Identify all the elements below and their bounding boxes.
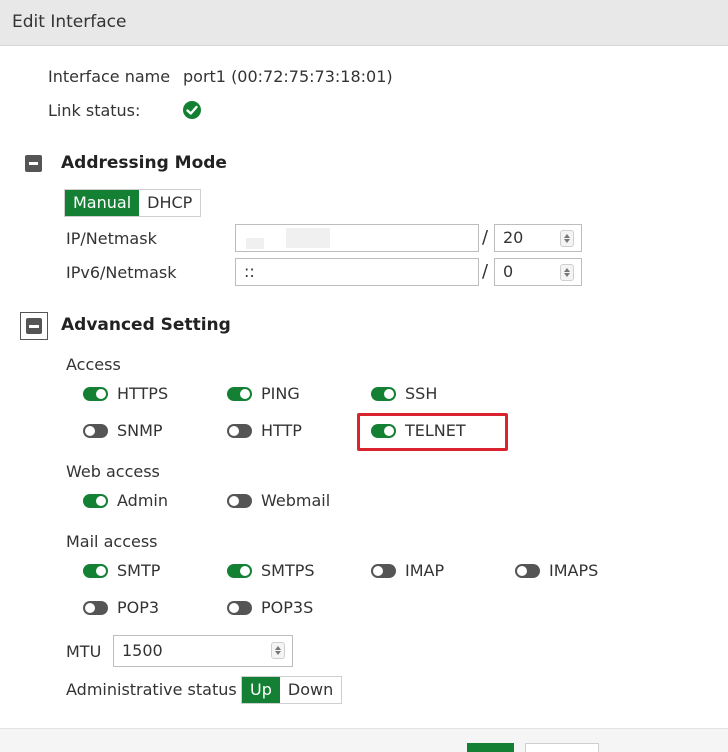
mtu-input[interactable]: 1500 bbox=[113, 635, 293, 667]
toggle-switch[interactable] bbox=[83, 423, 108, 438]
access-ssh-toggle[interactable]: SSH bbox=[371, 384, 437, 403]
access-telnet-toggle[interactable]: TELNET bbox=[371, 421, 466, 440]
admin-status-up-button[interactable]: Up bbox=[242, 677, 280, 703]
ipv6-prefix-spinner-icon[interactable] bbox=[560, 264, 574, 281]
dialog-title: Edit Interface bbox=[12, 12, 127, 32]
web-access-label: Web access bbox=[66, 462, 160, 481]
toggle-label: IMAP bbox=[405, 561, 445, 580]
toggle-switch[interactable] bbox=[83, 563, 108, 578]
cancel-button[interactable] bbox=[525, 743, 599, 752]
mtu-value: 1500 bbox=[122, 641, 163, 660]
toggle-label: Admin bbox=[117, 491, 168, 510]
ipv6-prefix-input[interactable]: 0 bbox=[494, 258, 582, 286]
interface-name-label: Interface name bbox=[48, 67, 171, 86]
addressing-mode-toggle: Manual DHCP bbox=[64, 189, 202, 217]
toggle-switch[interactable] bbox=[227, 600, 252, 615]
toggle-switch[interactable] bbox=[83, 493, 108, 508]
advanced-collapse-icon[interactable] bbox=[20, 312, 48, 340]
ipv6-prefix-value: 0 bbox=[503, 262, 514, 281]
dialog-title-bar: Edit Interface bbox=[0, 0, 728, 46]
redacted-ip-blur bbox=[246, 238, 264, 249]
web-admin-toggle[interactable]: Admin bbox=[83, 491, 168, 510]
toggle-label: IMAPS bbox=[549, 561, 599, 580]
link-status-check-icon bbox=[183, 101, 201, 119]
ip-prefix-spinner-icon[interactable] bbox=[560, 230, 574, 247]
toggle-switch[interactable] bbox=[83, 600, 108, 615]
ip-address-input[interactable] bbox=[235, 224, 479, 252]
toggle-switch[interactable] bbox=[227, 563, 252, 578]
access-https-toggle[interactable]: HTTPS bbox=[83, 384, 168, 403]
access-snmp-toggle[interactable]: SNMP bbox=[83, 421, 163, 440]
mail-smtps-toggle[interactable]: SMTPS bbox=[227, 561, 315, 580]
ip-slash: / bbox=[482, 227, 489, 248]
toggle-switch[interactable] bbox=[515, 563, 540, 578]
link-status-label: Link status: bbox=[48, 101, 141, 120]
toggle-switch[interactable] bbox=[227, 493, 252, 508]
mail-pop3s-toggle[interactable]: POP3S bbox=[227, 598, 313, 617]
toggle-switch[interactable] bbox=[83, 386, 108, 401]
toggle-label: TELNET bbox=[405, 421, 466, 440]
admin-status-label: Administrative status bbox=[66, 680, 237, 699]
admin-status-down-button[interactable]: Down bbox=[279, 677, 342, 703]
mail-imaps-toggle[interactable]: IMAPS bbox=[515, 561, 598, 580]
access-ping-toggle[interactable]: PING bbox=[227, 384, 300, 403]
mode-manual-button[interactable]: Manual bbox=[65, 190, 140, 216]
web-webmail-toggle[interactable]: Webmail bbox=[227, 491, 330, 510]
interface-name-value: port1 (00:72:75:73:18:01) bbox=[183, 67, 393, 86]
mtu-spinner-icon[interactable] bbox=[271, 642, 285, 659]
advanced-setting-heading: Advanced Setting bbox=[61, 315, 231, 335]
mail-imap-toggle[interactable]: IMAP bbox=[371, 561, 444, 580]
access-label: Access bbox=[66, 355, 121, 374]
mode-dhcp-button[interactable]: DHCP bbox=[139, 190, 201, 216]
redacted-ip-blur bbox=[286, 228, 330, 248]
toggle-label: HTTPS bbox=[117, 384, 169, 403]
toggle-label: SMTPS bbox=[261, 561, 315, 580]
ip-prefix-input[interactable]: 20 bbox=[494, 224, 582, 252]
toggle-label: POP3S bbox=[261, 598, 314, 617]
toggle-label: SSH bbox=[405, 384, 438, 403]
addressing-mode-heading: Addressing Mode bbox=[61, 153, 227, 173]
ipv6-netmask-label: IPv6/Netmask bbox=[66, 263, 177, 282]
toggle-switch[interactable] bbox=[371, 563, 396, 578]
ip-netmask-label: IP/Netmask bbox=[66, 229, 157, 248]
toggle-switch[interactable] bbox=[371, 386, 396, 401]
addressing-collapse-icon[interactable] bbox=[25, 155, 42, 172]
ipv6-address-input[interactable]: :: bbox=[235, 258, 479, 286]
toggle-label: HTTP bbox=[261, 421, 302, 440]
mail-access-label: Mail access bbox=[66, 532, 158, 551]
dialog-footer bbox=[0, 728, 728, 752]
toggle-label: Webmail bbox=[261, 491, 331, 510]
mtu-label: MTU bbox=[66, 642, 102, 661]
mail-smtp-toggle[interactable]: SMTP bbox=[83, 561, 160, 580]
toggle-switch[interactable] bbox=[227, 386, 252, 401]
toggle-label: SMTP bbox=[117, 561, 161, 580]
ip-prefix-value: 20 bbox=[503, 228, 524, 247]
ok-button[interactable] bbox=[467, 743, 514, 752]
toggle-label: POP3 bbox=[117, 598, 160, 617]
toggle-label: PING bbox=[261, 384, 300, 403]
toggle-label: SNMP bbox=[117, 421, 163, 440]
mail-pop3-toggle[interactable]: POP3 bbox=[83, 598, 159, 617]
ipv6-slash: / bbox=[482, 261, 489, 282]
access-http-toggle[interactable]: HTTP bbox=[227, 421, 302, 440]
admin-status-toggle: Up Down bbox=[241, 676, 343, 704]
toggle-switch[interactable] bbox=[227, 423, 252, 438]
toggle-switch[interactable] bbox=[371, 423, 396, 438]
